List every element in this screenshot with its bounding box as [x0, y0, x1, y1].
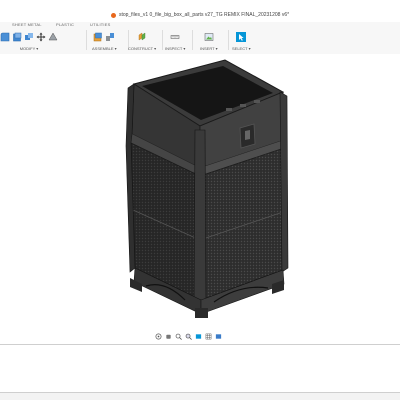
- construct-menu[interactable]: CONSTRUCT ▾: [128, 46, 156, 51]
- ribbon-toolbar: SHEET METAL PLASTIC UTILITIES MODIFY ▾ A…: [0, 22, 400, 55]
- viewports-icon[interactable]: [215, 333, 222, 340]
- orbit-icon[interactable]: [155, 333, 162, 340]
- status-bar: [0, 393, 400, 400]
- timeline-panel: [0, 345, 400, 392]
- inspect-menu[interactable]: INSPECT ▾: [165, 46, 185, 51]
- shell-icon[interactable]: [12, 32, 22, 42]
- modify-menu[interactable]: MODIFY ▾: [20, 46, 39, 51]
- vent-slot: [226, 108, 232, 111]
- insert-image-icon[interactable]: [204, 32, 214, 42]
- assemble-group: ASSEMBLE ▾: [92, 30, 117, 51]
- modify-group: MODIFY ▾: [0, 30, 58, 51]
- move-icon[interactable]: [36, 32, 46, 42]
- select-group: SELECT ▾: [232, 30, 251, 51]
- assemble-menu[interactable]: ASSEMBLE ▾: [92, 46, 117, 51]
- select-menu[interactable]: SELECT ▾: [232, 46, 251, 51]
- model-render: [125, 59, 289, 318]
- fillet-icon[interactable]: [0, 32, 10, 42]
- appearance-icon[interactable]: [48, 32, 58, 42]
- ribbon-divider: [162, 30, 163, 50]
- navigation-bar: [155, 331, 222, 341]
- combine-icon[interactable]: [24, 32, 34, 42]
- pan-icon[interactable]: [165, 333, 172, 340]
- ribbon-divider: [192, 30, 193, 50]
- joint-icon[interactable]: [105, 32, 115, 42]
- new-component-icon[interactable]: [93, 32, 103, 42]
- window-title-bar: stop_files_v1 0_file_big_box_all_parts v…: [0, 8, 400, 22]
- select-arrow-icon[interactable]: [236, 32, 247, 42]
- vent-slot: [254, 100, 260, 103]
- document-tab-icon: [110, 12, 116, 18]
- fit-icon[interactable]: [185, 333, 192, 340]
- offset-plane-icon[interactable]: [137, 32, 147, 42]
- inspect-group: INSPECT ▾: [165, 30, 185, 51]
- ribbon-divider: [86, 30, 87, 50]
- grid-icon[interactable]: [205, 333, 212, 340]
- tab-plastic[interactable]: PLASTIC: [56, 22, 74, 27]
- display-settings-icon[interactable]: [195, 333, 202, 340]
- ribbon-divider: [228, 30, 229, 50]
- canvas-viewport[interactable]: [0, 54, 400, 344]
- tab-sheet-metal[interactable]: SHEET METAL: [12, 22, 42, 27]
- construct-group: CONSTRUCT ▾: [128, 30, 156, 51]
- tab-utilities[interactable]: UTILITIES: [90, 22, 110, 27]
- document-title: stop_files_v1 0_file_big_box_all_parts v…: [118, 12, 290, 18]
- zoom-icon[interactable]: [175, 333, 182, 340]
- measure-icon[interactable]: [170, 32, 180, 42]
- insert-group: INSERT ▾: [200, 30, 218, 51]
- insert-menu[interactable]: INSERT ▾: [200, 46, 218, 51]
- vent-slot: [240, 104, 246, 107]
